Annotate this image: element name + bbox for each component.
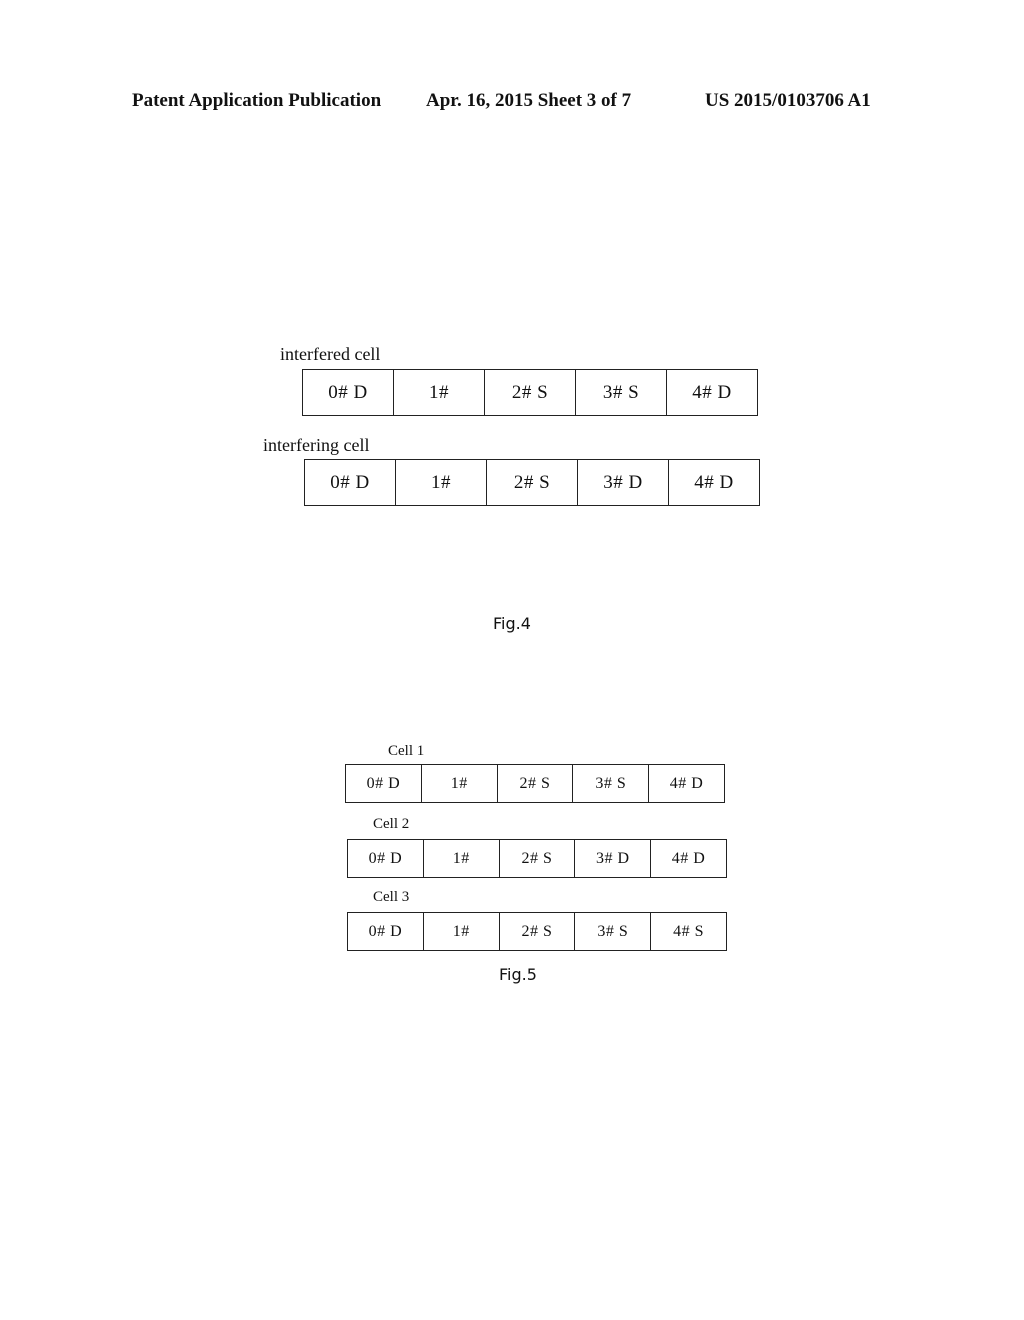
cell-2-label: Cell 2	[373, 816, 410, 832]
cell-1-label: Cell 1	[388, 743, 425, 759]
subframe-slot: 3# D	[577, 460, 668, 505]
subframe-slot: 4# D	[666, 370, 757, 415]
subframe-slot: 1#	[422, 840, 499, 877]
interfering-cell-frame: 0# D 1# 2# S 3# D 4# D	[304, 459, 760, 506]
figure-5-caption: Fig.5	[499, 965, 537, 984]
subframe-slot: 3# S	[574, 913, 650, 950]
publication-date-sheet: Apr. 16, 2015 Sheet 3 of 7	[426, 90, 632, 111]
publication-number: US 2015/0103706 A1	[705, 90, 871, 111]
subframe-slot: 0# D	[368, 922, 403, 940]
subframe-slot: 2# S	[498, 840, 575, 877]
subframe-slot: 4# D	[650, 840, 726, 877]
subframe-slot: 2# S	[496, 765, 573, 802]
interfered-cell-frame: 0# D 1# 2# S 3# S 4# D	[302, 369, 758, 416]
subframe-slot: 0# D	[328, 381, 368, 403]
subframe-slot: 0# D	[330, 471, 370, 493]
subframe-slot: 1#	[420, 765, 497, 802]
cell-2-frame: 0# D 1# 2# S 3# D 4# D	[347, 839, 727, 878]
figure-4-caption: Fig.4	[493, 614, 531, 633]
subframe-slot: 1#	[422, 913, 499, 950]
subframe-slot: 2# S	[486, 460, 577, 505]
publication-title: Patent Application Publication	[132, 90, 382, 111]
subframe-slot: 0# D	[368, 849, 403, 867]
subframe-slot: 4# D	[668, 460, 759, 505]
subframe-slot: 4# S	[650, 913, 726, 950]
subframe-slot: 3# S	[572, 765, 648, 802]
subframe-slot: 4# D	[648, 765, 724, 802]
subframe-slot: 2# S	[498, 913, 575, 950]
subframe-slot: 3# D	[574, 840, 650, 877]
subframe-slot: 1#	[395, 460, 486, 505]
cell-3-label: Cell 3	[373, 889, 410, 905]
subframe-slot: 2# S	[484, 370, 575, 415]
interfering-cell-label: interfering cell	[263, 435, 370, 455]
subframe-slot: 1#	[393, 370, 484, 415]
subframe-slot: 3# S	[575, 370, 666, 415]
cell-1-frame: 0# D 1# 2# S 3# S 4# D	[345, 764, 725, 803]
subframe-slot: 0# D	[366, 774, 401, 792]
interfered-cell-label: interfered cell	[280, 344, 381, 364]
cell-3-frame: 0# D 1# 2# S 3# S 4# S	[347, 912, 727, 951]
